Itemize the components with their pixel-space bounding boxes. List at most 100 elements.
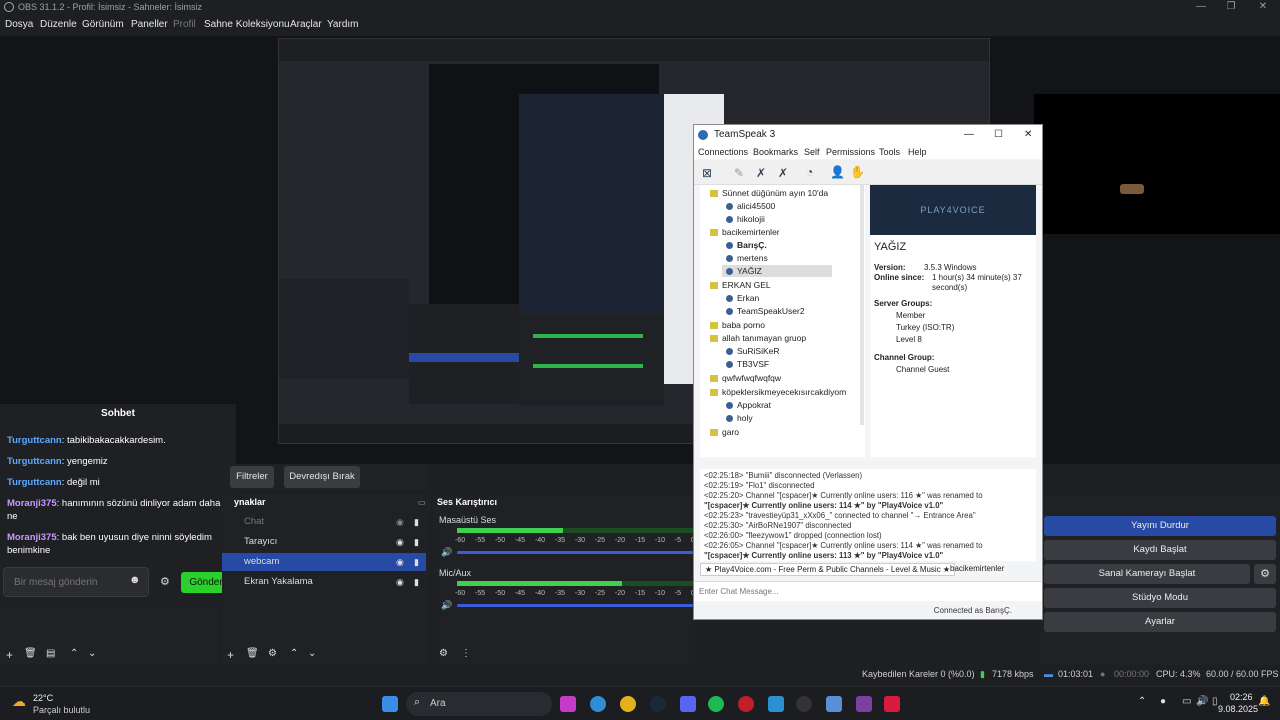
- speaker-icon[interactable]: 🔊: [441, 600, 452, 611]
- ts-tree-scrollbar[interactable]: [860, 185, 864, 425]
- ts-menu-tools[interactable]: Tools: [879, 147, 900, 157]
- discord-icon[interactable]: [680, 696, 696, 712]
- opera-icon[interactable]: [738, 696, 754, 712]
- source-settings-icon[interactable]: ⚙: [268, 648, 277, 659]
- settings-button[interactable]: Ayarlar: [1044, 612, 1276, 632]
- teamspeak-taskbar-icon[interactable]: [826, 696, 842, 712]
- obs-taskbar-icon[interactable]: [796, 696, 812, 712]
- dock-undock-icon[interactable]: ▭: [418, 498, 426, 507]
- menu-yardim[interactable]: Yardım: [327, 19, 359, 30]
- filters-button[interactable]: Filtreler: [230, 466, 274, 488]
- battery-icon[interactable]: ▯: [1212, 696, 1218, 707]
- close-icon[interactable]: ✕: [1248, 0, 1278, 15]
- emoji-icon[interactable]: ☻: [129, 574, 141, 586]
- connect-icon[interactable]: ⊠: [702, 166, 712, 180]
- tray-chevron-icon[interactable]: ⌃: [1138, 696, 1146, 707]
- taskbar-search[interactable]: ⌕ Ara: [406, 692, 552, 716]
- ts-user[interactable]: mertens: [726, 252, 768, 264]
- stop-stream-button[interactable]: Yayını Durdur: [1044, 516, 1276, 536]
- delete-source-icon[interactable]: 🗑: [246, 648, 259, 659]
- whisper-icon[interactable]: ✋: [850, 165, 865, 179]
- ts-tab-channel[interactable]: bacikemirtenler: [946, 563, 1008, 574]
- weather-icon[interactable]: ☁: [12, 693, 26, 710]
- ts-user[interactable]: TB3VSF: [726, 358, 769, 370]
- app-taskbar-icon[interactable]: [856, 696, 872, 712]
- volume-slider[interactable]: [457, 551, 693, 554]
- menu-araclar[interactable]: Araçlar: [290, 19, 322, 30]
- add-source-icon[interactable]: +: [227, 648, 234, 662]
- lock-icon[interactable]: ▮: [414, 537, 419, 548]
- ts-user[interactable]: BarışÇ.: [726, 239, 767, 251]
- close-icon[interactable]: ✕: [1024, 125, 1032, 145]
- menu-sahne-koleksiyonu[interactable]: Sahne Koleksiyonu: [204, 19, 290, 30]
- mute-speakers-icon[interactable]: ✗: [778, 166, 788, 180]
- menu-duzenle[interactable]: Düzenle: [40, 19, 77, 30]
- studio-mode-button[interactable]: Stüdyo Modu: [1044, 588, 1276, 608]
- add-scene-icon[interactable]: +: [6, 648, 13, 662]
- volume-slider[interactable]: [457, 604, 693, 607]
- visibility-icon[interactable]: ◉: [396, 517, 404, 528]
- clock-time[interactable]: 02:26: [1230, 692, 1253, 702]
- ts-user[interactable]: Erkan: [726, 292, 759, 304]
- ts-user[interactable]: TeamSpeakUser2: [726, 305, 805, 317]
- minimize-icon[interactable]: —: [964, 125, 974, 145]
- skype-icon[interactable]: [768, 696, 784, 712]
- mixer-settings-icon[interactable]: ⚙: [439, 648, 448, 659]
- away-icon[interactable]: ◔: [806, 165, 813, 179]
- ts-channel[interactable]: köpeklersikmeyecekısırcakdiyom: [710, 386, 846, 398]
- ts-channel[interactable]: allah tanımayan gruop: [710, 332, 806, 344]
- menu-gorunum[interactable]: Görünüm: [82, 19, 124, 30]
- ts-channel[interactable]: garo: [710, 426, 739, 438]
- network-icon[interactable]: ▭: [1182, 696, 1191, 707]
- ts-tab-server[interactable]: ★ Play4Voice.com - Free Perm & Public Ch…: [700, 563, 956, 576]
- move-down-icon[interactable]: ⌄: [308, 648, 316, 659]
- scene-filters-icon[interactable]: ▤: [46, 648, 55, 659]
- move-up-icon[interactable]: ⌃: [70, 648, 78, 659]
- copilot-icon[interactable]: [560, 696, 576, 712]
- minimize-icon[interactable]: —: [1186, 0, 1216, 15]
- tray-app-icon[interactable]: ●: [1160, 696, 1166, 707]
- ts-user[interactable]: alici45500: [726, 200, 775, 212]
- visibility-icon[interactable]: ◉: [396, 557, 404, 568]
- spotify-icon[interactable]: [708, 696, 724, 712]
- ts-menu-connections[interactable]: Connections: [698, 147, 748, 157]
- disable-button[interactable]: Devredışı Bırak: [284, 466, 360, 488]
- chat-settings-icon[interactable]: ⚙: [160, 575, 170, 588]
- ts-user[interactable]: YAĞIZ: [722, 265, 832, 277]
- ts-menu-bookmarks[interactable]: Bookmarks: [753, 147, 798, 157]
- ts-user[interactable]: hikolojii: [726, 213, 765, 225]
- virtual-camera-button[interactable]: Sanal Kamerayı Başlat: [1044, 564, 1250, 584]
- move-up-icon[interactable]: ⌃: [290, 648, 298, 659]
- edge-icon[interactable]: [590, 696, 606, 712]
- chrome-icon[interactable]: [620, 696, 636, 712]
- ts-menu-help[interactable]: Help: [908, 147, 927, 157]
- start-recording-button[interactable]: Kaydı Başlat: [1044, 540, 1276, 560]
- ts-user[interactable]: holy: [726, 412, 753, 424]
- menu-dosya[interactable]: Dosya: [5, 19, 33, 30]
- disconnect-icon[interactable]: ✎: [734, 166, 744, 180]
- ts-user[interactable]: SuRiSiKeR: [726, 345, 780, 357]
- lock-icon[interactable]: ▮: [414, 557, 419, 568]
- visibility-icon[interactable]: ◉: [396, 537, 404, 548]
- ts-channel[interactable]: ERKAN GEL: [710, 279, 771, 291]
- mute-microphone-icon[interactable]: ✗: [756, 166, 766, 180]
- contacts-icon[interactable]: 👤: [830, 165, 845, 179]
- move-down-icon[interactable]: ⌄: [88, 648, 96, 659]
- notification-icon[interactable]: 🔔: [1258, 696, 1270, 707]
- ts-channel[interactable]: Sünnet düğünüm ayın 10'da: [710, 187, 828, 199]
- ts-menu-self[interactable]: Self: [804, 147, 820, 157]
- windows-start-icon[interactable]: [382, 696, 398, 712]
- menu-paneller[interactable]: Paneller: [131, 19, 168, 30]
- ts-channel[interactable]: qwfwfwqfwqfqw: [710, 372, 781, 384]
- menu-profil[interactable]: Profil: [173, 19, 196, 30]
- ts-user[interactable]: Appokrat: [726, 399, 771, 411]
- maximize-icon[interactable]: ❐: [1216, 0, 1246, 15]
- speaker-icon[interactable]: 🔊: [441, 547, 452, 558]
- ts-channel[interactable]: baba porno: [710, 319, 765, 331]
- ts-chat-input[interactable]: Enter Chat Message...: [694, 581, 1042, 601]
- ts-menu-permissions[interactable]: Permissions: [826, 147, 875, 157]
- lock-icon[interactable]: ▮: [414, 517, 419, 528]
- app-taskbar-icon[interactable]: [884, 696, 900, 712]
- clock-date[interactable]: 9.08.2025: [1218, 704, 1258, 714]
- virtual-camera-settings-icon[interactable]: ⚙: [1254, 564, 1276, 584]
